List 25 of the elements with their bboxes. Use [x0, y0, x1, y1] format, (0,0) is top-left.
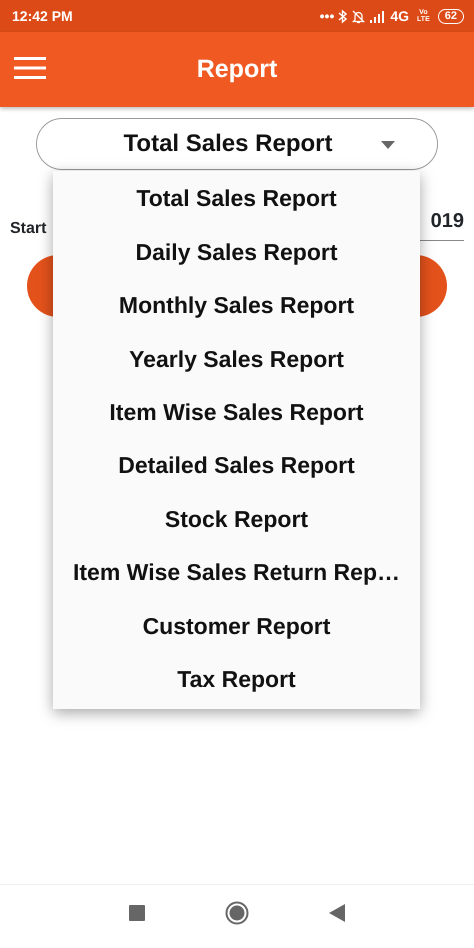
- menu-button[interactable]: [14, 56, 46, 80]
- status-time: 12:42 PM: [12, 6, 73, 26]
- report-type-dropdown[interactable]: Total Sales Report: [36, 118, 438, 170]
- muted-bell-icon: [351, 8, 366, 24]
- bluetooth-icon: [338, 8, 348, 24]
- dropdown-item[interactable]: Item Wise Sales Return Rep…: [53, 546, 420, 600]
- recents-icon[interactable]: [129, 904, 145, 920]
- battery-level: 62: [438, 8, 464, 24]
- dropdown-item[interactable]: Monthly Sales Report: [53, 278, 420, 332]
- network-type: 4G: [390, 6, 410, 26]
- home-icon[interactable]: [225, 900, 249, 924]
- dropdown-item[interactable]: Detailed Sales Report: [53, 438, 420, 492]
- dropdown-item[interactable]: Total Sales Report: [53, 172, 420, 226]
- start-date-label: Start: [10, 219, 46, 239]
- dropdown-item[interactable]: Tax Report: [53, 652, 420, 706]
- back-icon[interactable]: [329, 904, 345, 922]
- dropdown-item[interactable]: Yearly Sales Report: [53, 332, 420, 386]
- caret-icon: [381, 141, 395, 149]
- dropdown-item[interactable]: Stock Report: [53, 492, 420, 546]
- signal-icon: [370, 10, 386, 22]
- dropdown-item[interactable]: Daily Sales Report: [53, 225, 420, 279]
- status-dots: •••: [320, 6, 334, 26]
- dropdown-item[interactable]: Item Wise Sales Report: [53, 386, 420, 439]
- app-title: Report: [196, 54, 278, 85]
- dropdown-item[interactable]: Customer Report: [53, 599, 420, 653]
